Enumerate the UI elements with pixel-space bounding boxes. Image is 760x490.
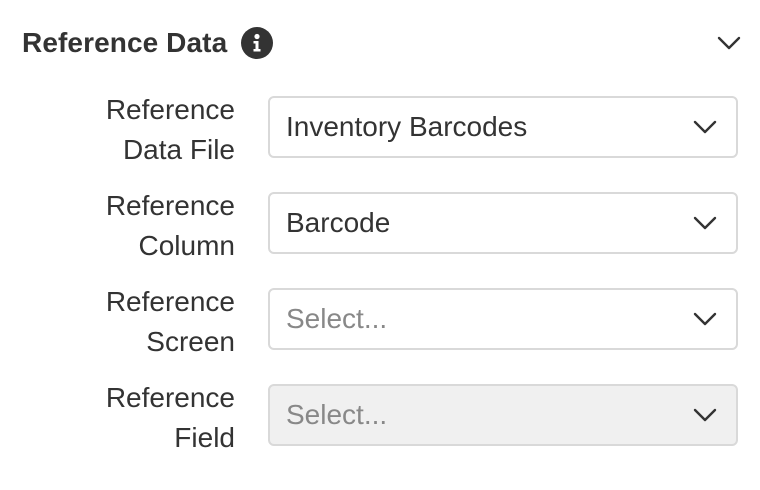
reference-data-header: Reference Data: [22, 22, 746, 64]
label-line: Column: [138, 230, 235, 261]
collapse-section-button[interactable]: [712, 26, 746, 60]
reference-screen-label: Reference Screen: [106, 282, 235, 362]
chevron-down-icon: [693, 216, 717, 230]
chevron-down-icon: [693, 312, 717, 326]
reference-field-select: Select...: [268, 384, 738, 446]
select-placeholder: Select...: [286, 303, 388, 334]
reference-column-select[interactable]: Barcode: [268, 192, 738, 254]
label-line: Screen: [146, 326, 235, 357]
field-row-reference-data-file: Reference Data File Inventory Barcodes: [0, 94, 760, 166]
label-line: Reference: [105, 286, 235, 317]
chevron-down-icon: [717, 36, 741, 50]
section-title: Reference Data: [22, 27, 228, 58]
select-placeholder: Select...: [286, 399, 388, 430]
selected-value: Barcode: [286, 207, 391, 238]
label-line: Reference: [105, 382, 235, 413]
selected-value: Inventory Barcodes: [286, 111, 528, 142]
reference-screen-select[interactable]: Select...: [268, 288, 738, 350]
label-line: Data File: [122, 134, 235, 165]
label-line: Field: [174, 422, 235, 453]
field-row-reference-screen: Reference Screen Select...: [0, 286, 760, 358]
label-line: Reference: [105, 190, 235, 221]
info-icon[interactable]: [241, 27, 274, 59]
reference-data-file-label: Reference Data File: [106, 90, 235, 170]
field-row-reference-field: Reference Field Select...: [0, 382, 760, 454]
chevron-down-icon: [693, 408, 717, 422]
reference-column-label: Reference Column: [106, 186, 235, 266]
label-line: Reference: [105, 94, 235, 125]
chevron-down-icon: [693, 120, 717, 134]
reference-data-file-select[interactable]: Inventory Barcodes: [268, 96, 738, 158]
field-row-reference-column: Reference Column Barcode: [0, 190, 760, 262]
reference-field-label: Reference Field: [106, 378, 235, 458]
